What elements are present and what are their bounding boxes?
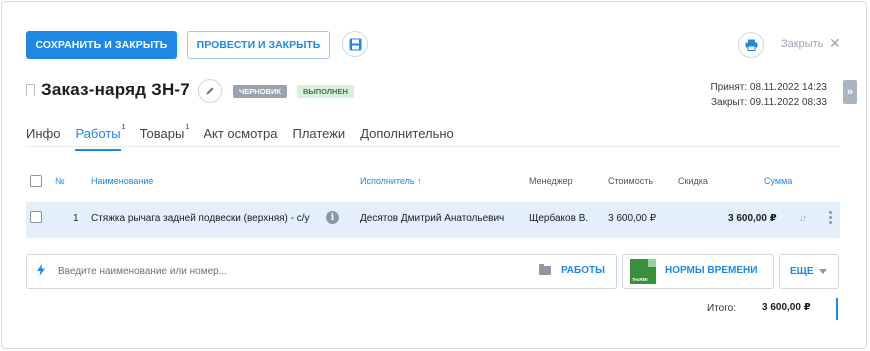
status-badge-draft: ЧЕРНОВИК: [233, 85, 287, 98]
total-label: Итого:: [707, 303, 736, 314]
search-input[interactable]: [58, 263, 438, 279]
tab-inspection-act[interactable]: Акт осмотра: [203, 126, 277, 146]
tecrmi-logo: TecRMI: [630, 259, 656, 284]
column-header-name[interactable]: Наименование: [91, 176, 153, 186]
more-label[interactable]: ЕЩЕ: [790, 266, 814, 277]
closed-date: Закрыт: 09.11.2022 08:33: [711, 97, 827, 108]
folder-icon[interactable]: [539, 264, 551, 275]
post-and-close-button[interactable]: ПРОВЕСТИ И ЗАКРЫТЬ: [187, 31, 330, 59]
row-sum: 3 600,00 ₽: [728, 213, 777, 224]
tab-works[interactable]: Работы 1: [75, 122, 126, 151]
row-checkbox[interactable]: [30, 211, 42, 223]
row-num: 1: [73, 213, 79, 224]
side-panel-toggle[interactable]: »: [843, 80, 857, 104]
accepted-date: Принят: 08.11.2022 14:23: [710, 82, 827, 93]
tab-info[interactable]: Инфо: [26, 126, 60, 146]
info-icon[interactable]: i: [326, 211, 339, 224]
page-title: Заказ-наряд ЗН-7: [41, 80, 190, 99]
row-cost: 3 600,00 ₽: [608, 213, 657, 224]
pencil-icon: [206, 87, 214, 95]
double-chevron-right-icon: »: [846, 86, 854, 98]
order-dates: Принят: 08.11.2022 14:23 Закрыт: 09.11.2…: [710, 80, 827, 110]
row-executor[interactable]: Десятов Дмитрий Анатольевич: [360, 213, 504, 224]
status-badge-done: ВЫПОЛНЕН: [297, 85, 354, 98]
row-manager: Щербаков В.: [529, 213, 589, 224]
column-header-executor[interactable]: Исполнитель ↑: [360, 176, 422, 186]
close-link[interactable]: Закрыть: [781, 38, 823, 50]
reorder-arrows-icon[interactable]: ↓↑: [799, 213, 807, 223]
tabs-divider: [26, 146, 840, 147]
bookmark-icon[interactable]: [26, 84, 35, 96]
print-button[interactable]: [738, 32, 764, 58]
tab-bar: Инфо Работы 1 Товары 1 Акт осмотра Платежи…: [26, 122, 469, 151]
tab-additional[interactable]: Дополнительно: [360, 126, 454, 146]
save-and-close-button[interactable]: СОХРАНИТЬ И ЗАКРЫТЬ: [26, 31, 177, 59]
column-header-num[interactable]: №: [55, 176, 65, 186]
tab-goods[interactable]: Товары 1: [140, 122, 190, 146]
save-button[interactable]: [342, 31, 368, 57]
printer-icon: [745, 39, 757, 51]
total-accent-bar: [836, 298, 838, 320]
close-icon[interactable]: ✕: [829, 35, 841, 52]
column-header-cost[interactable]: Стоимость: [608, 176, 653, 186]
caret-down-icon[interactable]: [819, 269, 827, 274]
tab-count: 1: [185, 122, 190, 131]
column-header-discount[interactable]: Скидка: [678, 176, 708, 186]
row-menu-icon[interactable]: [829, 211, 832, 226]
column-header-sum[interactable]: Сумма: [764, 176, 792, 186]
works-catalog-button[interactable]: РАБОТЫ: [561, 265, 605, 276]
select-all-checkbox[interactable]: [30, 175, 42, 187]
total-value: 3 600,00 ₽: [762, 302, 811, 313]
tab-count: 1: [121, 122, 126, 131]
tab-payments[interactable]: Платежи: [292, 126, 345, 146]
title-row: Заказ-наряд ЗН-7: [26, 80, 190, 100]
time-norms-label[interactable]: НОРМЫ ВРЕМЕНИ: [665, 265, 757, 276]
lightning-icon: [37, 264, 45, 276]
row-name[interactable]: Стяжка рычага задней подвески (верхняя) …: [91, 213, 310, 224]
column-header-manager[interactable]: Менеджер: [529, 176, 573, 186]
floppy-disk-icon: [349, 38, 361, 50]
edit-title-button[interactable]: [198, 79, 222, 103]
